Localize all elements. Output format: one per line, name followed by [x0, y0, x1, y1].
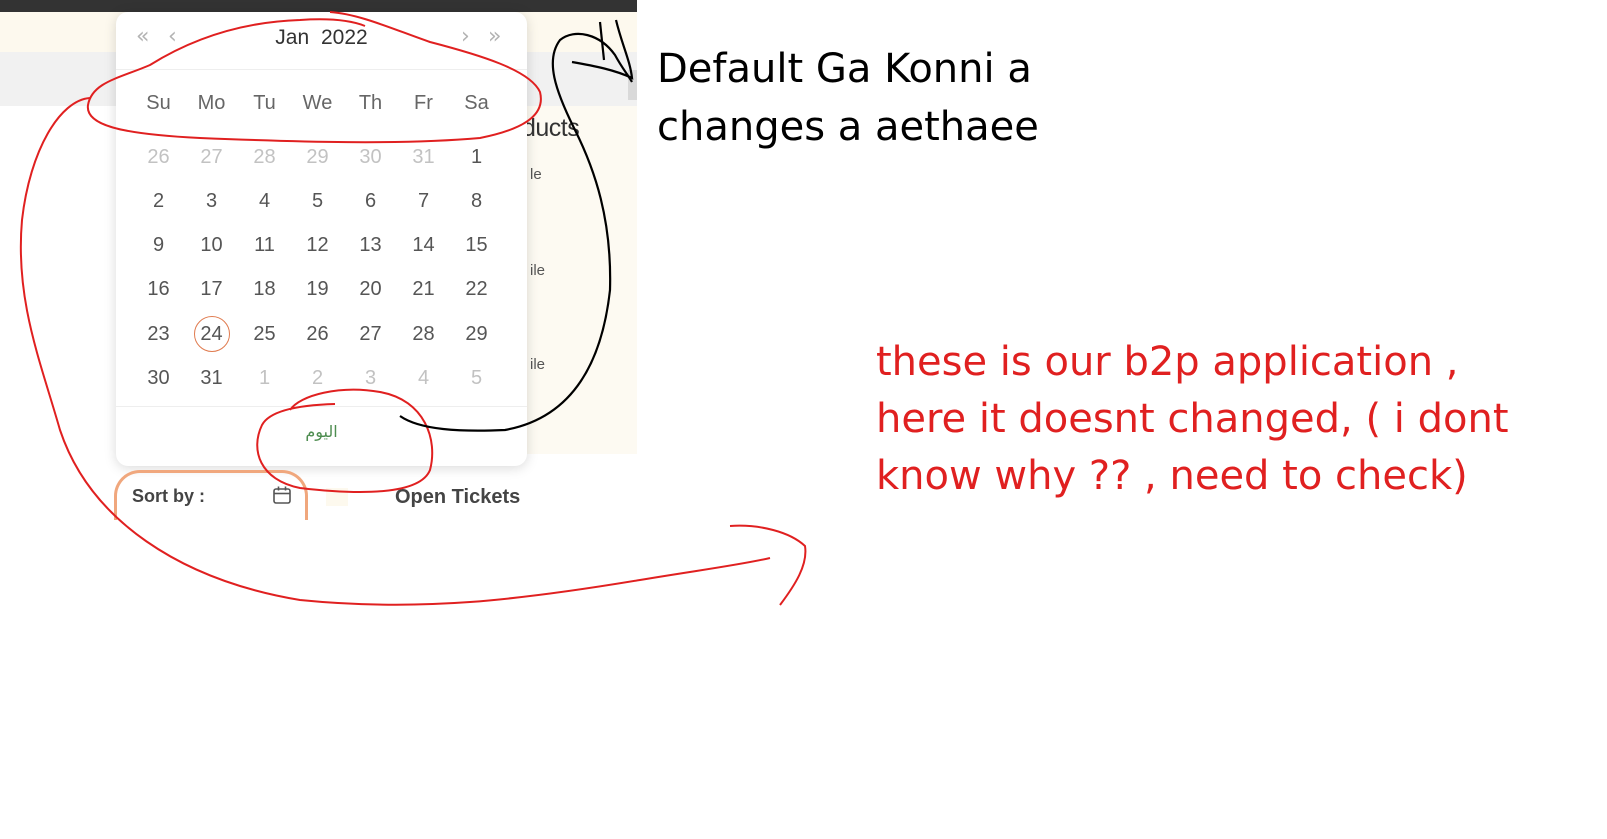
annotation-line: here it doesnt changed, ( i dont	[876, 396, 1509, 442]
weekday-label: Fr	[414, 92, 433, 114]
day-cell-prev-month[interactable]: 28	[238, 139, 291, 175]
annotation-black-note: Default Ga Konni a changes a aethaee	[657, 40, 1039, 156]
today-marker: 24	[193, 316, 230, 353]
weekday-row: Su Mo Tu We Th Fr Sa	[132, 92, 513, 115]
day-cell[interactable]: 5	[291, 183, 344, 219]
day-cell[interactable]: 17	[185, 272, 238, 308]
next-month-button[interactable]: ›	[461, 26, 470, 48]
week-row: 16 17 18 19 20 21 22	[132, 272, 513, 316]
scrollbar-thumb[interactable]	[628, 70, 637, 100]
day-grid: 26 27 28 29 30 31 1 2 3 4 5 6 7 8 9 10 1…	[132, 139, 513, 405]
product-row-label: ile	[530, 356, 546, 373]
day-cell[interactable]: 18	[238, 272, 291, 308]
app-top-bar	[0, 0, 637, 12]
day-cell-prev-month[interactable]: 29	[291, 139, 344, 175]
day-cell-today[interactable]: 24	[185, 316, 238, 353]
day-cell-prev-month[interactable]: 31	[397, 139, 450, 175]
day-cell[interactable]: 1	[450, 139, 503, 175]
annotation-line: Default Ga Konni a	[657, 46, 1032, 92]
next-year-button[interactable]: »	[488, 26, 501, 48]
day-cell[interactable]: 9	[132, 228, 185, 264]
footer-divider	[116, 406, 527, 407]
products-heading: ducts	[522, 114, 580, 142]
week-row: 9 10 11 12 13 14 15	[132, 228, 513, 272]
day-cell-next-month[interactable]: 5	[450, 360, 503, 396]
day-cell[interactable]: 27	[344, 316, 397, 352]
weekday-label: Mo	[197, 92, 226, 114]
day-cell[interactable]: 13	[344, 228, 397, 264]
day-cell[interactable]: 28	[397, 316, 450, 352]
day-cell[interactable]: 2	[132, 183, 185, 219]
day-cell[interactable]: 15	[450, 228, 503, 264]
annotation-line: know why ?? , need to check)	[876, 453, 1468, 499]
annotation-line: changes a aethaee	[657, 104, 1039, 150]
red-arrowhead	[729, 524, 807, 606]
header-divider	[116, 69, 527, 70]
day-cell[interactable]: 30	[132, 360, 185, 396]
date-picker-header: « ‹ Jan 2022 › »	[116, 12, 527, 68]
annotation-line: these is our b2p application ,	[876, 339, 1459, 385]
weekday-label: Su	[146, 92, 171, 114]
day-cell[interactable]: 29	[450, 316, 503, 352]
product-row-label: ile	[530, 262, 546, 279]
week-row: 23 24 25 26 27 28 29	[132, 316, 513, 360]
day-cell[interactable]: 25	[238, 316, 291, 352]
month-select[interactable]: Jan	[275, 26, 309, 49]
calendar-icon[interactable]	[272, 485, 292, 505]
year-select[interactable]: 2022	[321, 26, 368, 49]
day-cell[interactable]: 11	[238, 228, 291, 264]
week-row: 26 27 28 29 30 31 1	[132, 139, 513, 183]
day-cell[interactable]: 20	[344, 272, 397, 308]
day-cell[interactable]: 31	[185, 360, 238, 396]
product-row-label: le	[530, 166, 542, 183]
day-cell[interactable]: 7	[397, 183, 450, 219]
week-row: 2 3 4 5 6 7 8	[132, 183, 513, 227]
week-row: 30 31 1 2 3 4 5	[132, 360, 513, 404]
day-cell[interactable]: 23	[132, 316, 185, 352]
day-cell[interactable]: 26	[291, 316, 344, 352]
panel-edge	[326, 488, 348, 506]
date-picker-popup: « ‹ Jan 2022 › » Su Mo Tu We Th Fr Sa 26…	[116, 12, 527, 466]
day-cell[interactable]: 22	[450, 272, 503, 308]
weekday-label: Sa	[464, 92, 489, 114]
day-cell[interactable]: 3	[185, 183, 238, 219]
weekday-label: Th	[358, 92, 383, 114]
day-cell[interactable]: 4	[238, 183, 291, 219]
day-cell[interactable]: 21	[397, 272, 450, 308]
day-cell-next-month[interactable]: 3	[344, 360, 397, 396]
day-cell-prev-month[interactable]: 27	[185, 139, 238, 175]
day-cell[interactable]: 12	[291, 228, 344, 264]
day-cell-next-month[interactable]: 2	[291, 360, 344, 396]
day-cell[interactable]: 19	[291, 272, 344, 308]
day-cell-next-month[interactable]: 1	[238, 360, 291, 396]
today-button[interactable]: اليوم	[116, 422, 527, 441]
day-cell[interactable]: 10	[185, 228, 238, 264]
sort-by-label: Sort by :	[132, 486, 206, 506]
open-tickets-tab[interactable]: Open Tickets	[395, 486, 520, 509]
weekday-label: Tu	[253, 92, 276, 114]
day-cell[interactable]: 8	[450, 183, 503, 219]
day-cell-prev-month[interactable]: 30	[344, 139, 397, 175]
day-cell-prev-month[interactable]: 26	[132, 139, 185, 175]
day-cell-next-month[interactable]: 4	[397, 360, 450, 396]
day-cell[interactable]: 6	[344, 183, 397, 219]
day-cell[interactable]: 16	[132, 272, 185, 308]
weekday-label: We	[302, 92, 333, 114]
annotation-red-note: these is our b2p application , here it d…	[876, 334, 1509, 505]
day-cell[interactable]: 14	[397, 228, 450, 264]
